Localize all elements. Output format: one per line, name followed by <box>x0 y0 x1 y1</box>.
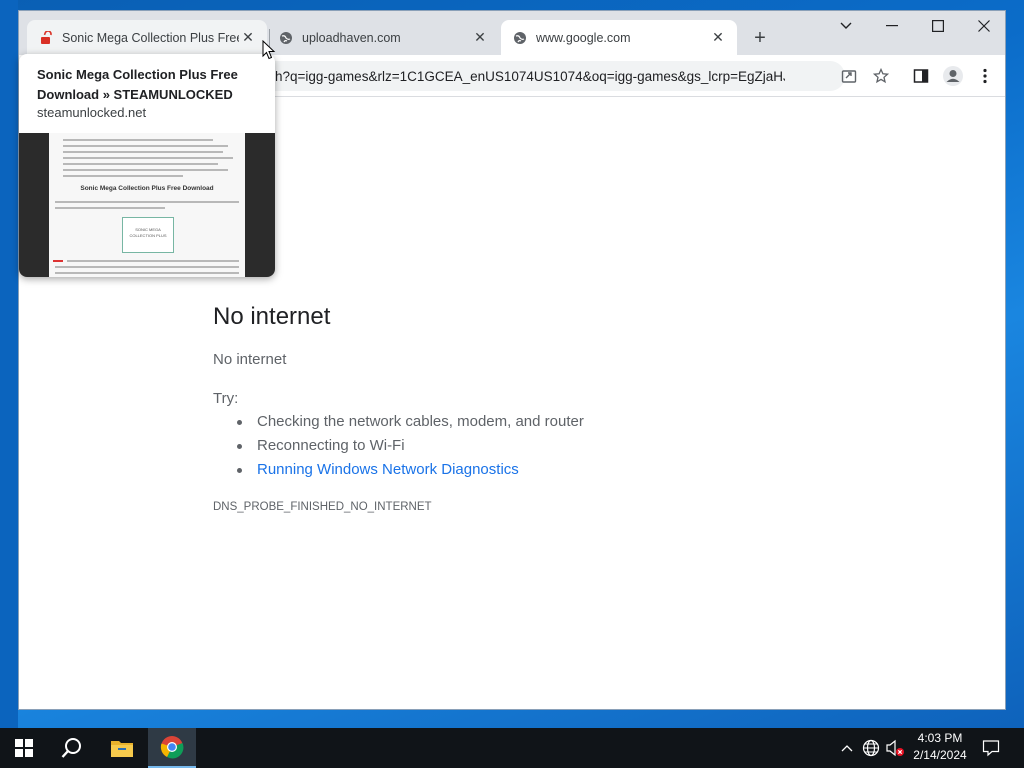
close-window-button[interactable] <box>961 11 1005 41</box>
tab-title: www.google.com <box>536 30 631 45</box>
volume-muted-icon[interactable] <box>884 736 906 760</box>
tab-search-icon[interactable] <box>823 11 869 41</box>
suggestion-item: Reconnecting to Wi-Fi <box>237 434 584 458</box>
error-title: No internet <box>213 303 331 330</box>
hover-card-title: Sonic Mega Collection Plus Free Download… <box>37 67 238 102</box>
hover-card-domain: steamunlocked.net <box>37 105 147 120</box>
tab-title: Sonic Mega Collection Plus Free <box>62 30 239 45</box>
error-code: DNS_PROBE_FINISHED_NO_INTERNET <box>213 501 432 513</box>
tab-steamunlocked[interactable]: Sonic Mega Collection Plus Free ✕ <box>27 20 267 55</box>
tab-uploadhaven[interactable]: uploadhaven.com ✕ <box>267 20 499 55</box>
tab-title: uploadhaven.com <box>302 30 401 45</box>
mouse-cursor-icon <box>262 40 276 60</box>
chrome-icon[interactable] <box>148 728 196 768</box>
share-icon[interactable] <box>837 64 861 88</box>
globe-icon <box>279 31 293 45</box>
taskbar: 4:03 PM 2/14/2024 <box>0 728 1024 768</box>
clock-date: 2/14/2024 <box>913 748 967 762</box>
address-bar-url: h?q=igg-games&rlz=1C1GCEA_enUS1074US1074… <box>275 68 785 84</box>
error-try-label: Try: <box>213 390 239 407</box>
tab-google[interactable]: www.google.com ✕ <box>501 20 737 55</box>
new-tab-button[interactable]: + <box>747 25 773 51</box>
clock-time: 4:03 PM <box>917 731 963 745</box>
globe-icon <box>513 31 527 45</box>
desktop-background <box>0 0 18 728</box>
start-icon[interactable] <box>0 728 48 768</box>
error-subtitle: No internet <box>213 351 287 368</box>
unlocked-padlock-icon <box>39 30 53 45</box>
minimize-button[interactable] <box>869 11 915 41</box>
bookmark-star-icon[interactable] <box>869 64 893 88</box>
hover-card-preview: Sonic Mega Collection Plus Free Download… <box>19 133 275 277</box>
tab-close-icon[interactable]: ✕ <box>709 29 727 47</box>
kebab-menu-icon[interactable] <box>973 64 997 88</box>
search-icon[interactable] <box>48 728 96 768</box>
profile-avatar-icon[interactable] <box>941 64 965 88</box>
system-clock[interactable]: 4:03 PM 2/14/2024 <box>906 730 974 764</box>
preview-thumbnail: Sonic Mega Collection Plus Free Download… <box>49 133 245 277</box>
suggestion-item: Checking the network cables, modem, and … <box>237 410 584 434</box>
side-panel-icon[interactable] <box>909 64 933 88</box>
preview-download-box: SONIC MEGA COLLECTION PLUS <box>122 217 174 253</box>
network-globe-icon[interactable] <box>860 736 882 760</box>
network-diagnostics-link[interactable]: Running Windows Network Diagnostics <box>237 458 584 482</box>
tab-hover-card: Sonic Mega Collection Plus Free Download… <box>19 54 275 277</box>
chevron-up-icon[interactable] <box>836 736 858 760</box>
maximize-button[interactable] <box>915 11 961 41</box>
preview-heading: Sonic Mega Collection Plus Free Download <box>80 185 214 192</box>
file-explorer-icon[interactable] <box>98 728 146 768</box>
tab-close-icon[interactable]: ✕ <box>471 29 489 47</box>
tab-close-icon[interactable]: ✕ <box>239 29 257 47</box>
suggestion-list: Checking the network cables, modem, and … <box>237 410 584 482</box>
tab-strip: Sonic Mega Collection Plus Free ✕ upload… <box>19 11 1005 55</box>
notifications-icon[interactable] <box>980 736 1002 760</box>
